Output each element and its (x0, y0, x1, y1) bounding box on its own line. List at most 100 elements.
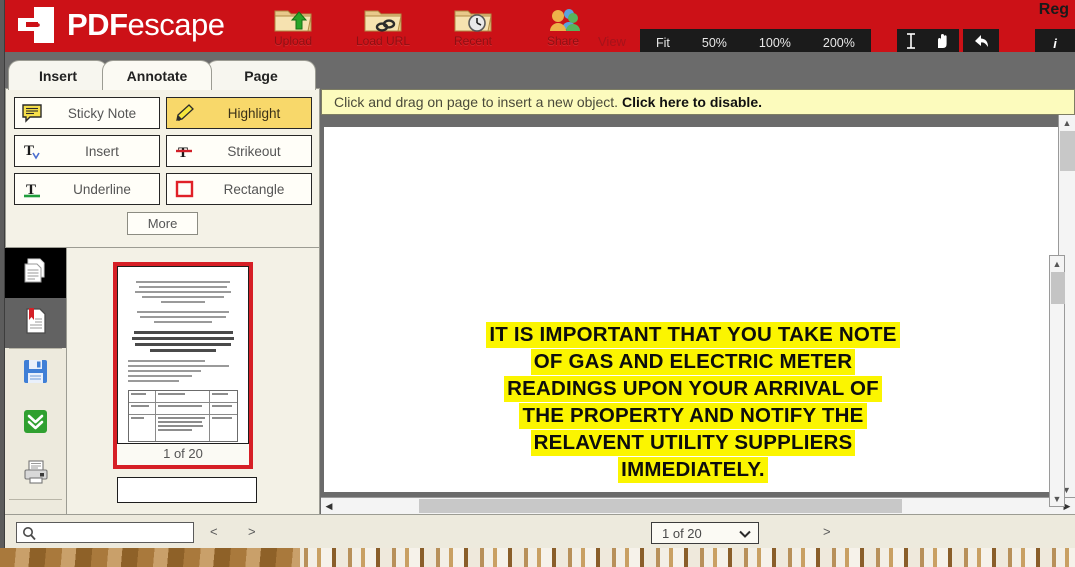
search-box[interactable] (16, 522, 194, 543)
download-arrow-icon (22, 408, 49, 440)
undo-button[interactable] (963, 29, 999, 52)
more-tools-row: More (6, 212, 319, 235)
viewer-scroll-left-arrow[interactable]: ◀ (321, 498, 337, 514)
notice-text: Click and drag on page to insert a new o… (334, 94, 622, 110)
zoom-100-button[interactable]: 100% (743, 29, 807, 52)
doc-line-2: OF GAS AND ELECTRIC METER (530, 349, 856, 375)
thumbnail-scroll-down-arrow[interactable]: ▼ (1050, 491, 1064, 506)
hand-icon[interactable] (933, 32, 951, 52)
tab-insert[interactable]: Insert (8, 60, 108, 90)
app-logo[interactable]: PDFescape (14, 5, 225, 45)
desktop-wallpaper-left (0, 548, 300, 567)
rail-save-document[interactable] (5, 349, 66, 399)
doc-line-3: READINGS UPON YOUR ARRIVAL OF (504, 376, 882, 402)
tool-rectangle[interactable]: Rectangle (166, 173, 312, 205)
window-left-edge (0, 0, 5, 548)
toolbar-item-recent[interactable]: Recent (442, 0, 504, 48)
viewer-scroll-up-arrow[interactable]: ▲ (1059, 115, 1075, 130)
toolbar-label-load-url: Load URL (355, 34, 411, 48)
strikeout-icon: T (167, 141, 201, 161)
toolbar-actions: Upload Load URL Recent Share (262, 0, 594, 48)
insert-text-icon: T (15, 141, 49, 161)
zoom-fit-button[interactable]: Fit (640, 29, 686, 52)
register-link[interactable]: Reg (1039, 1, 1069, 19)
folder-upload-icon (262, 2, 324, 36)
tool-label-sticky-note: Sticky Note (67, 105, 137, 121)
thumbnail-page-preview (117, 266, 249, 444)
thumbnail-panel[interactable]: 1 of 20 (67, 248, 320, 514)
thumbnail-page-2[interactable] (117, 477, 257, 503)
tab-page[interactable]: Page (206, 60, 316, 90)
tool-grid: Sticky Note Highlight T Insert T Strikeo… (6, 89, 319, 205)
pages-icon (21, 256, 51, 291)
svg-text:T: T (178, 145, 188, 161)
info-button[interactable]: i (1035, 29, 1075, 52)
document-page[interactable]: IT IS IMPORTANT THAT YOU TAKE NOTE OF GA… (324, 127, 1062, 492)
bottom-status-bar: < > 1 of 20 > (5, 514, 1075, 548)
tool-sticky-note[interactable]: Sticky Note (14, 97, 160, 129)
tab-annotate[interactable]: Annotate (102, 60, 212, 90)
thumbnail-scroll-thumb[interactable] (1051, 272, 1065, 304)
tool-label-rectangle: Rectangle (223, 181, 285, 197)
cursor-tool-group (897, 29, 959, 52)
tool-underline[interactable]: T Underline (14, 173, 160, 205)
search-prev-button[interactable]: < (210, 524, 218, 539)
doc-line-1: IT IS IMPORTANT THAT YOU TAKE NOTE (486, 322, 900, 348)
search-input[interactable] (17, 523, 193, 542)
rail-pages-panel[interactable] (5, 248, 66, 298)
thumbnail-label: 1 of 20 (163, 446, 203, 461)
share-people-icon (532, 2, 594, 36)
more-tools-button[interactable]: More (126, 212, 199, 235)
thumbnail-table (128, 390, 238, 442)
toolbar-item-upload[interactable]: Upload (262, 0, 324, 48)
sticky-note-icon (15, 103, 49, 123)
doc-line-6: IMMEDIATELY. (618, 457, 768, 483)
side-icon-rail (5, 248, 67, 532)
viewer-scroll-thumb[interactable] (1060, 131, 1075, 171)
thumbnail-scroll-up-arrow[interactable]: ▲ (1050, 256, 1064, 271)
document-viewer[interactable]: IT IS IMPORTANT THAT YOU TAKE NOTE OF GA… (321, 115, 1075, 514)
search-next-button[interactable]: > (248, 524, 256, 539)
thumbnail-scrollbar[interactable]: ▲ ▼ (1049, 255, 1065, 507)
annotate-tool-panel: Sticky Note Highlight T Insert T Strikeo… (5, 88, 320, 248)
tool-insert[interactable]: T Insert (14, 135, 160, 167)
page-select-value: 1 of 20 (662, 525, 702, 541)
pdf-door-logo-icon (14, 5, 60, 45)
floppy-save-icon (22, 358, 49, 390)
i-beam-icon[interactable] (905, 32, 917, 52)
rail-print-document[interactable] (5, 449, 66, 499)
rail-download-document[interactable] (5, 399, 66, 449)
chevron-down-icon (739, 526, 751, 541)
viewer-hscroll-thumb[interactable] (419, 499, 902, 513)
tool-strikeout[interactable]: T Strikeout (166, 135, 312, 167)
highlighter-icon (167, 103, 201, 123)
top-brand-bar: PDFescape Upload Load URL Recent Share V… (0, 0, 1075, 52)
thumbnail-list: 1 of 20 (67, 248, 319, 503)
toolbar-item-load-url[interactable]: Load URL (352, 0, 414, 48)
bookmark-page-icon (22, 306, 50, 341)
info-label: i (1053, 36, 1057, 51)
tool-label-highlight: Highlight (227, 105, 281, 121)
pdfescape-window: PDFescape Upload Load URL Recent Share V… (0, 0, 1075, 567)
rectangle-icon (167, 179, 201, 199)
toolbar-item-share[interactable]: Share (532, 0, 594, 48)
underline-icon: T (15, 179, 49, 199)
printer-icon (22, 459, 50, 490)
doc-line-4: THE PROPERTY AND NOTIFY THE (519, 403, 867, 429)
toolbar-label-recent: Recent (453, 34, 493, 48)
tool-highlight[interactable]: Highlight (166, 97, 312, 129)
logo-text-bold: PDF (67, 7, 128, 42)
highlighted-annotation-text: IT IS IMPORTANT THAT YOU TAKE NOTE OF GA… (324, 322, 1062, 484)
notice-disable-link[interactable]: Click here to disable. (622, 94, 762, 110)
page-next-button[interactable]: > (823, 524, 831, 539)
zoom-50-button[interactable]: 50% (686, 29, 743, 52)
thumbnail-page-1[interactable]: 1 of 20 (113, 262, 253, 469)
viewer-horizontal-scrollbar[interactable]: ◀ ▶ (321, 497, 1075, 514)
svg-text:T: T (24, 143, 34, 159)
rail-bookmarks-panel[interactable] (5, 298, 66, 348)
folder-clock-icon (442, 2, 504, 36)
tab-bar: Insert Annotate Page (8, 60, 316, 90)
page-select-dropdown[interactable]: 1 of 20 (651, 522, 759, 544)
zoom-200-button[interactable]: 200% (807, 29, 871, 52)
magnifier-icon (22, 526, 37, 546)
